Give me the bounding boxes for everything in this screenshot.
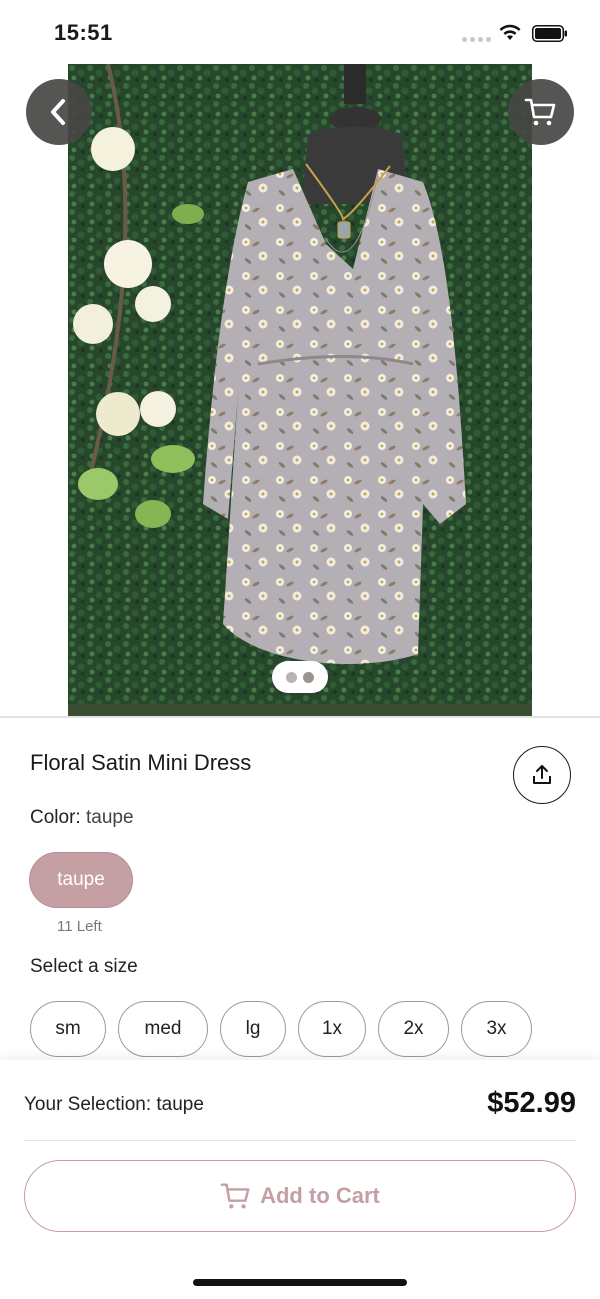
share-icon [533, 765, 551, 784]
add-to-cart-label: Add to Cart [260, 1183, 380, 1208]
stock-count: 11 Left [57, 918, 102, 935]
home-indicator[interactable] [193, 1279, 407, 1286]
status-time: 15:51 [54, 20, 113, 45]
divider [0, 716, 600, 718]
page-dot-active[interactable] [303, 671, 314, 683]
product-image-carousel[interactable] [0, 64, 600, 716]
color-value: taupe [85, 807, 134, 828]
size-option-med[interactable]: med [118, 1001, 208, 1057]
divider [24, 1140, 576, 1141]
wifi-icon [499, 24, 521, 40]
color-label: Color: [30, 807, 81, 828]
cart-button[interactable] [508, 79, 574, 145]
battery-icon [532, 25, 567, 42]
size-option-sm[interactable]: sm [30, 1001, 106, 1057]
product-title: Floral Satin Mini Dress [30, 750, 252, 775]
cart-icon [524, 98, 556, 126]
color-swatch-taupe[interactable]: taupe [29, 852, 133, 908]
signal-dots-icon [462, 37, 491, 42]
size-option-1x[interactable]: 1x [298, 1001, 366, 1057]
cart-icon [220, 1183, 250, 1209]
back-button[interactable] [26, 79, 92, 145]
add-to-cart-button[interactable]: Add to Cart [24, 1160, 576, 1232]
carousel-page-indicator[interactable] [272, 661, 328, 693]
size-option-3x[interactable]: 3x [461, 1001, 532, 1057]
selection-summary: Your Selection: taupe [24, 1094, 204, 1115]
size-option-2x[interactable]: 2x [378, 1001, 449, 1057]
chevron-left-icon [51, 99, 65, 125]
size-option-lg[interactable]: lg [220, 1001, 286, 1057]
price: $52.99 [487, 1087, 576, 1119]
color-row: Color: taupe [30, 807, 134, 829]
share-button[interactable] [513, 746, 571, 804]
status-bar: 15:51 [0, 0, 600, 64]
page-dot[interactable] [286, 671, 297, 683]
size-prompt: Select a size [30, 956, 138, 977]
checkout-panel: Your Selection: taupe $52.99 Add to Cart [0, 1060, 600, 1299]
product-photo [68, 64, 532, 716]
